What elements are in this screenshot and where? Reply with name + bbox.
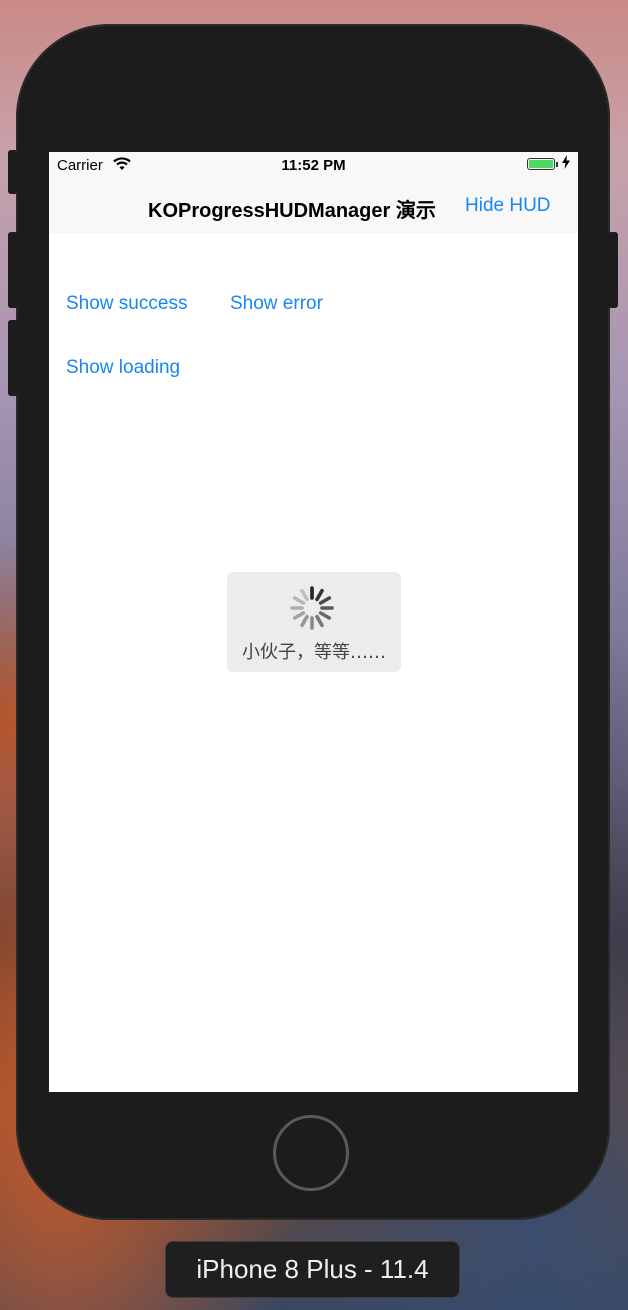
show-loading-button[interactable]: Show loading: [66, 357, 180, 379]
page-title: KOProgressHUDManager 演示: [148, 200, 436, 222]
volume-down-button: [8, 320, 18, 396]
status-bar: Carrier 11:52 PM: [49, 152, 578, 178]
battery-icon: [527, 158, 555, 170]
home-button-icon[interactable]: [273, 1115, 349, 1191]
clock-time: 11:52 PM: [281, 157, 346, 174]
navigation-bar: KOProgressHUDManager 演示 Hide HUD: [49, 178, 578, 233]
app-screen: Carrier 11:52 PM KOProgressHUDManager 演示…: [49, 152, 578, 1092]
volume-up-button: [8, 232, 18, 308]
hide-hud-button[interactable]: Hide HUD: [465, 195, 551, 217]
mute-switch: [8, 150, 18, 194]
show-success-button[interactable]: Show success: [66, 293, 187, 315]
show-error-button[interactable]: Show error: [230, 293, 323, 315]
bolt-icon: [562, 155, 570, 172]
activity-indicator-icon: [290, 586, 334, 630]
progress-hud: 小伙子，等等……: [227, 572, 401, 672]
hud-message: 小伙子，等等……: [242, 642, 386, 663]
power-button: [608, 232, 618, 308]
battery-tip: [556, 162, 558, 167]
simulator-device-label: iPhone 8 Plus - 11.4: [165, 1241, 460, 1298]
